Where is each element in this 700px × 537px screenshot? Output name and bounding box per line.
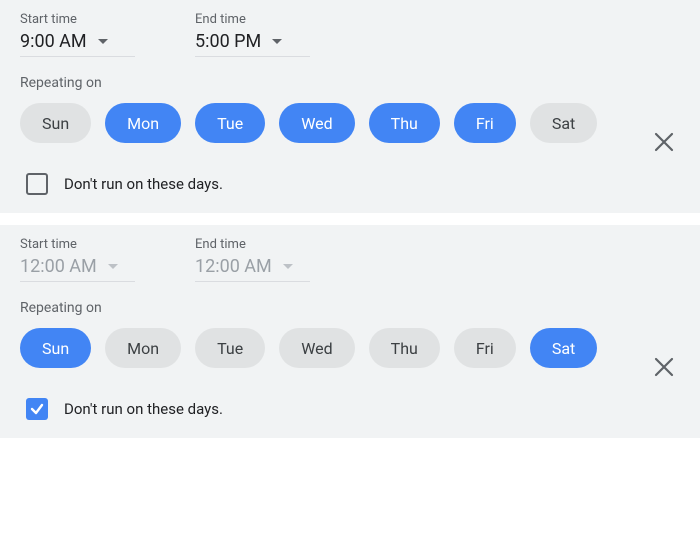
start-time-dropdown[interactable]: 12:00 AM bbox=[20, 256, 135, 282]
start-time-label: Start time bbox=[20, 237, 135, 252]
end-time-field: End time 12:00 AM bbox=[195, 237, 310, 282]
end-time-label: End time bbox=[195, 237, 310, 252]
dont-run-row: Don't run on these days. bbox=[20, 173, 680, 195]
close-icon bbox=[653, 131, 675, 153]
day-chip-thu[interactable]: Thu bbox=[369, 103, 440, 143]
day-chip-mon[interactable]: Mon bbox=[105, 103, 181, 143]
day-chip-tue[interactable]: Tue bbox=[195, 103, 265, 143]
end-time-dropdown[interactable]: 12:00 AM bbox=[195, 256, 310, 282]
repeating-on-label: Repeating on bbox=[20, 75, 680, 91]
start-time-value: 9:00 AM bbox=[20, 31, 87, 52]
dont-run-row: Don't run on these days. bbox=[20, 398, 680, 420]
end-time-value: 5:00 PM bbox=[195, 31, 261, 52]
chevron-down-icon bbox=[282, 263, 294, 271]
day-chip-mon[interactable]: Mon bbox=[105, 328, 181, 368]
chevron-down-icon bbox=[271, 38, 283, 46]
remove-schedule-button[interactable] bbox=[650, 353, 678, 381]
day-chip-wed[interactable]: Wed bbox=[279, 328, 354, 368]
schedule-block: Start time 9:00 AM End time 5:00 PM Repe… bbox=[0, 0, 700, 213]
day-chip-sun[interactable]: Sun bbox=[20, 328, 91, 368]
days-row: Sun Mon Tue Wed Thu Fri Sat bbox=[20, 328, 680, 368]
times-row: Start time 9:00 AM End time 5:00 PM bbox=[20, 12, 680, 57]
day-chip-thu[interactable]: Thu bbox=[369, 328, 440, 368]
schedule-block: Start time 12:00 AM End time 12:00 AM Re… bbox=[0, 225, 700, 438]
end-time-dropdown[interactable]: 5:00 PM bbox=[195, 31, 310, 57]
day-chip-sat[interactable]: Sat bbox=[530, 103, 597, 143]
days-row: Sun Mon Tue Wed Thu Fri Sat bbox=[20, 103, 680, 143]
day-chip-tue[interactable]: Tue bbox=[195, 328, 265, 368]
times-row: Start time 12:00 AM End time 12:00 AM bbox=[20, 237, 680, 282]
chevron-down-icon bbox=[107, 263, 119, 271]
day-chip-sat[interactable]: Sat bbox=[530, 328, 597, 368]
chevron-down-icon bbox=[97, 38, 109, 46]
day-chip-fri[interactable]: Fri bbox=[454, 103, 516, 143]
check-icon bbox=[29, 401, 45, 417]
dont-run-checkbox[interactable] bbox=[26, 398, 48, 420]
end-time-value: 12:00 AM bbox=[195, 256, 272, 277]
end-time-field: End time 5:00 PM bbox=[195, 12, 310, 57]
day-chip-fri[interactable]: Fri bbox=[454, 328, 516, 368]
remove-schedule-button[interactable] bbox=[650, 128, 678, 156]
day-chip-sun[interactable]: Sun bbox=[20, 103, 91, 143]
dont-run-label: Don't run on these days. bbox=[64, 400, 223, 418]
start-time-field: Start time 9:00 AM bbox=[20, 12, 135, 57]
day-chip-wed[interactable]: Wed bbox=[279, 103, 354, 143]
end-time-label: End time bbox=[195, 12, 310, 27]
start-time-label: Start time bbox=[20, 12, 135, 27]
dont-run-checkbox[interactable] bbox=[26, 173, 48, 195]
repeating-on-label: Repeating on bbox=[20, 300, 680, 316]
start-time-value: 12:00 AM bbox=[20, 256, 97, 277]
close-icon bbox=[653, 356, 675, 378]
dont-run-label: Don't run on these days. bbox=[64, 175, 223, 193]
start-time-field: Start time 12:00 AM bbox=[20, 237, 135, 282]
start-time-dropdown[interactable]: 9:00 AM bbox=[20, 31, 135, 57]
